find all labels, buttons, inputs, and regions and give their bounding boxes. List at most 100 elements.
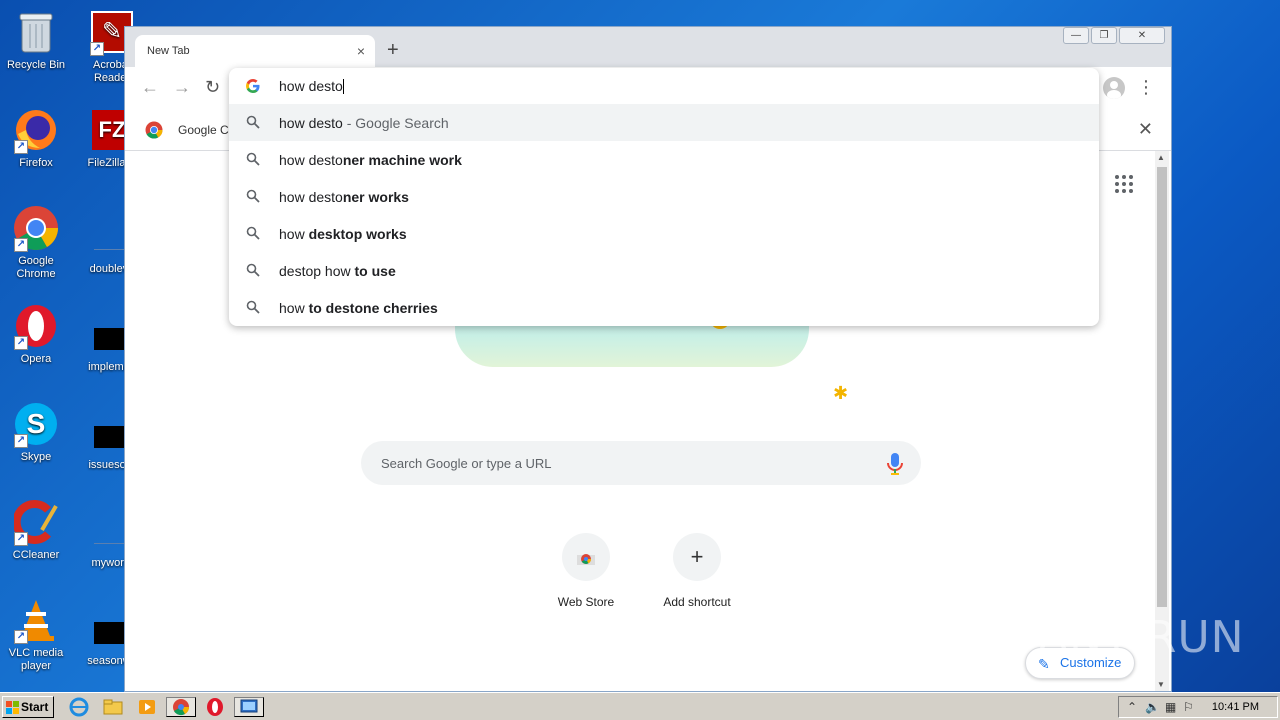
- reload-icon[interactable]: ↻: [205, 77, 220, 97]
- system-tray: ⌃ 🔈 ▦ ⚐ 10:41 PM: [1118, 696, 1278, 718]
- search-icon: [246, 226, 260, 240]
- suggestion-typed: how desto: [279, 189, 343, 205]
- skype-icon: S ↗: [12, 400, 60, 448]
- volume-icon[interactable]: 🔈: [1145, 700, 1160, 714]
- text-caret: [342, 79, 344, 94]
- desktop-icon-chrome[interactable]: ↗ Google Chrome: [0, 204, 72, 281]
- plus-icon: +: [673, 533, 721, 581]
- apps-grid-icon[interactable]: [1115, 175, 1133, 193]
- suggestion-typed: how: [279, 300, 309, 316]
- desktop-icon-firefox[interactable]: ↗ Firefox: [0, 106, 72, 170]
- vlc-cone-icon: ↗: [12, 596, 60, 644]
- desktop-icon-vlc[interactable]: ↗ VLC media player: [0, 596, 72, 673]
- shortcut-arrow-icon: ↗: [14, 140, 28, 154]
- desktop-icon-skype[interactable]: S ↗ Skype: [0, 400, 72, 464]
- desktop-icon-opera[interactable]: ↗ Opera: [0, 302, 72, 366]
- shortcut-label: Web Store: [557, 595, 615, 609]
- search-icon: [246, 263, 260, 277]
- suggestion-completion: ner machine work: [342, 152, 462, 168]
- suggestion-typed: how: [279, 226, 309, 242]
- suggestion-item[interactable]: how destoner machine work: [229, 141, 1099, 178]
- tray-expand-icon[interactable]: ⌃: [1127, 700, 1137, 714]
- suggestion-item[interactable]: destop how to use: [229, 252, 1099, 289]
- suggestion-item[interactable]: how to destone cherries: [229, 289, 1099, 326]
- ccleaner-icon: ↗: [12, 498, 60, 546]
- ie-taskbar-icon[interactable]: [68, 697, 90, 717]
- search-icon: [246, 300, 260, 314]
- microphone-icon[interactable]: [887, 453, 903, 475]
- suggestion-item[interactable]: how desto - Google Search: [229, 104, 1099, 141]
- back-arrow-icon[interactable]: ←: [141, 77, 159, 97]
- vertical-scrollbar[interactable]: ▲ ▼: [1155, 151, 1169, 691]
- opera-icon: ↗: [12, 302, 60, 350]
- shortcut-arrow-icon: ↗: [14, 336, 28, 350]
- desktop-icon-label: VLC media player: [8, 647, 64, 672]
- chrome-icon: ↗: [12, 204, 60, 252]
- shortcut-web-store[interactable]: Web Store: [530, 533, 642, 609]
- window-controls: — ❐ ✕: [1063, 27, 1165, 44]
- scroll-down-icon[interactable]: ▼: [1157, 680, 1165, 689]
- action-center-flag-icon[interactable]: ⚐: [1183, 700, 1194, 714]
- share-icon[interactable]: ✱: [833, 383, 848, 404]
- media-player-icon[interactable]: [136, 697, 158, 717]
- scroll-up-icon[interactable]: ▲: [1157, 153, 1165, 162]
- suggestion-item[interactable]: how destoner works: [229, 178, 1099, 215]
- opera-taskbar-icon[interactable]: [204, 697, 226, 717]
- desktop-icon-label: Firefox: [19, 157, 53, 169]
- firefox-icon: ↗: [12, 106, 60, 154]
- windows-logo-icon: [6, 701, 19, 714]
- suggestion-completion: ner works: [342, 189, 409, 205]
- desktop-icon-label: Opera: [20, 353, 52, 365]
- suggestion-completion: to destone cherries: [308, 300, 438, 316]
- restore-button[interactable]: ❐: [1091, 27, 1117, 44]
- shortcut-arrow-icon: ↗: [90, 42, 104, 56]
- new-tab-button[interactable]: +: [387, 40, 399, 60]
- tab-new-tab[interactable]: New Tab ×: [135, 35, 375, 67]
- desktop-icon-ccleaner[interactable]: ↗ CCleaner: [0, 498, 72, 562]
- chrome-logo-icon: [145, 121, 163, 139]
- start-label: Start: [21, 700, 49, 714]
- close-window-button[interactable]: ✕: [1119, 27, 1165, 44]
- window-taskbar-icon[interactable]: [234, 697, 264, 717]
- ntp-search-box[interactable]: Search Google or type a URL: [361, 441, 921, 485]
- tab-title: New Tab: [147, 45, 190, 57]
- clock[interactable]: 10:41 PM: [1212, 701, 1259, 713]
- suggestion-completion: to use: [354, 263, 396, 279]
- search-icon: [246, 115, 260, 129]
- start-button[interactable]: Start: [2, 696, 54, 718]
- suggestion-typed: destop how: [279, 263, 355, 279]
- tab-close-icon[interactable]: ×: [357, 43, 365, 59]
- google-g-icon: [246, 79, 260, 93]
- menu-kebab-icon[interactable]: ⋮: [1137, 77, 1155, 97]
- omnibox-input-value[interactable]: how desto: [279, 78, 343, 94]
- desktop-icon-label: Recycle Bin: [6, 59, 66, 71]
- profile-avatar-icon[interactable]: [1103, 77, 1125, 99]
- suggestion-typed: how desto: [279, 152, 343, 168]
- explorer-folder-icon[interactable]: [102, 697, 124, 717]
- taskbar: Start ⌃ 🔈 ▦ ⚐ 10:41 PM: [0, 692, 1280, 720]
- suggestion-typed: how desto: [279, 115, 343, 131]
- search-icon: [246, 189, 260, 203]
- shortcut-arrow-icon: ↗: [14, 434, 28, 448]
- chrome-taskbar-icon[interactable]: [166, 697, 196, 717]
- recycle-bin-icon: [12, 8, 60, 56]
- desktop-icon-label: CCleaner: [12, 549, 60, 561]
- suggestion-item[interactable]: how desktop works: [229, 215, 1099, 252]
- infobar-close-icon[interactable]: ✕: [1138, 119, 1153, 140]
- omnibox-dropdown: how desto how desto - Google Search how …: [229, 68, 1099, 326]
- desktop-icon-label: Google Chrome: [16, 255, 56, 280]
- shortcut-arrow-icon: ↗: [14, 238, 28, 252]
- scrollbar-thumb[interactable]: [1157, 167, 1167, 607]
- desktop-icon-label: Skype: [20, 451, 52, 463]
- forward-arrow-icon[interactable]: →: [173, 77, 191, 97]
- minimize-button[interactable]: —: [1063, 27, 1089, 44]
- infobar-message: Google Cl: [178, 123, 232, 137]
- shortcut-arrow-icon: ↗: [14, 630, 28, 644]
- web-store-icon: [562, 533, 610, 581]
- search-icon: [246, 152, 260, 166]
- omnibox-input[interactable]: how desto: [229, 68, 1099, 104]
- anyrun-watermark: ANY RUN: [1038, 612, 1245, 663]
- network-icon[interactable]: ▦: [1165, 700, 1176, 714]
- add-shortcut-button[interactable]: + Add shortcut: [641, 533, 753, 609]
- desktop-icon-recycle-bin[interactable]: Recycle Bin: [0, 8, 72, 72]
